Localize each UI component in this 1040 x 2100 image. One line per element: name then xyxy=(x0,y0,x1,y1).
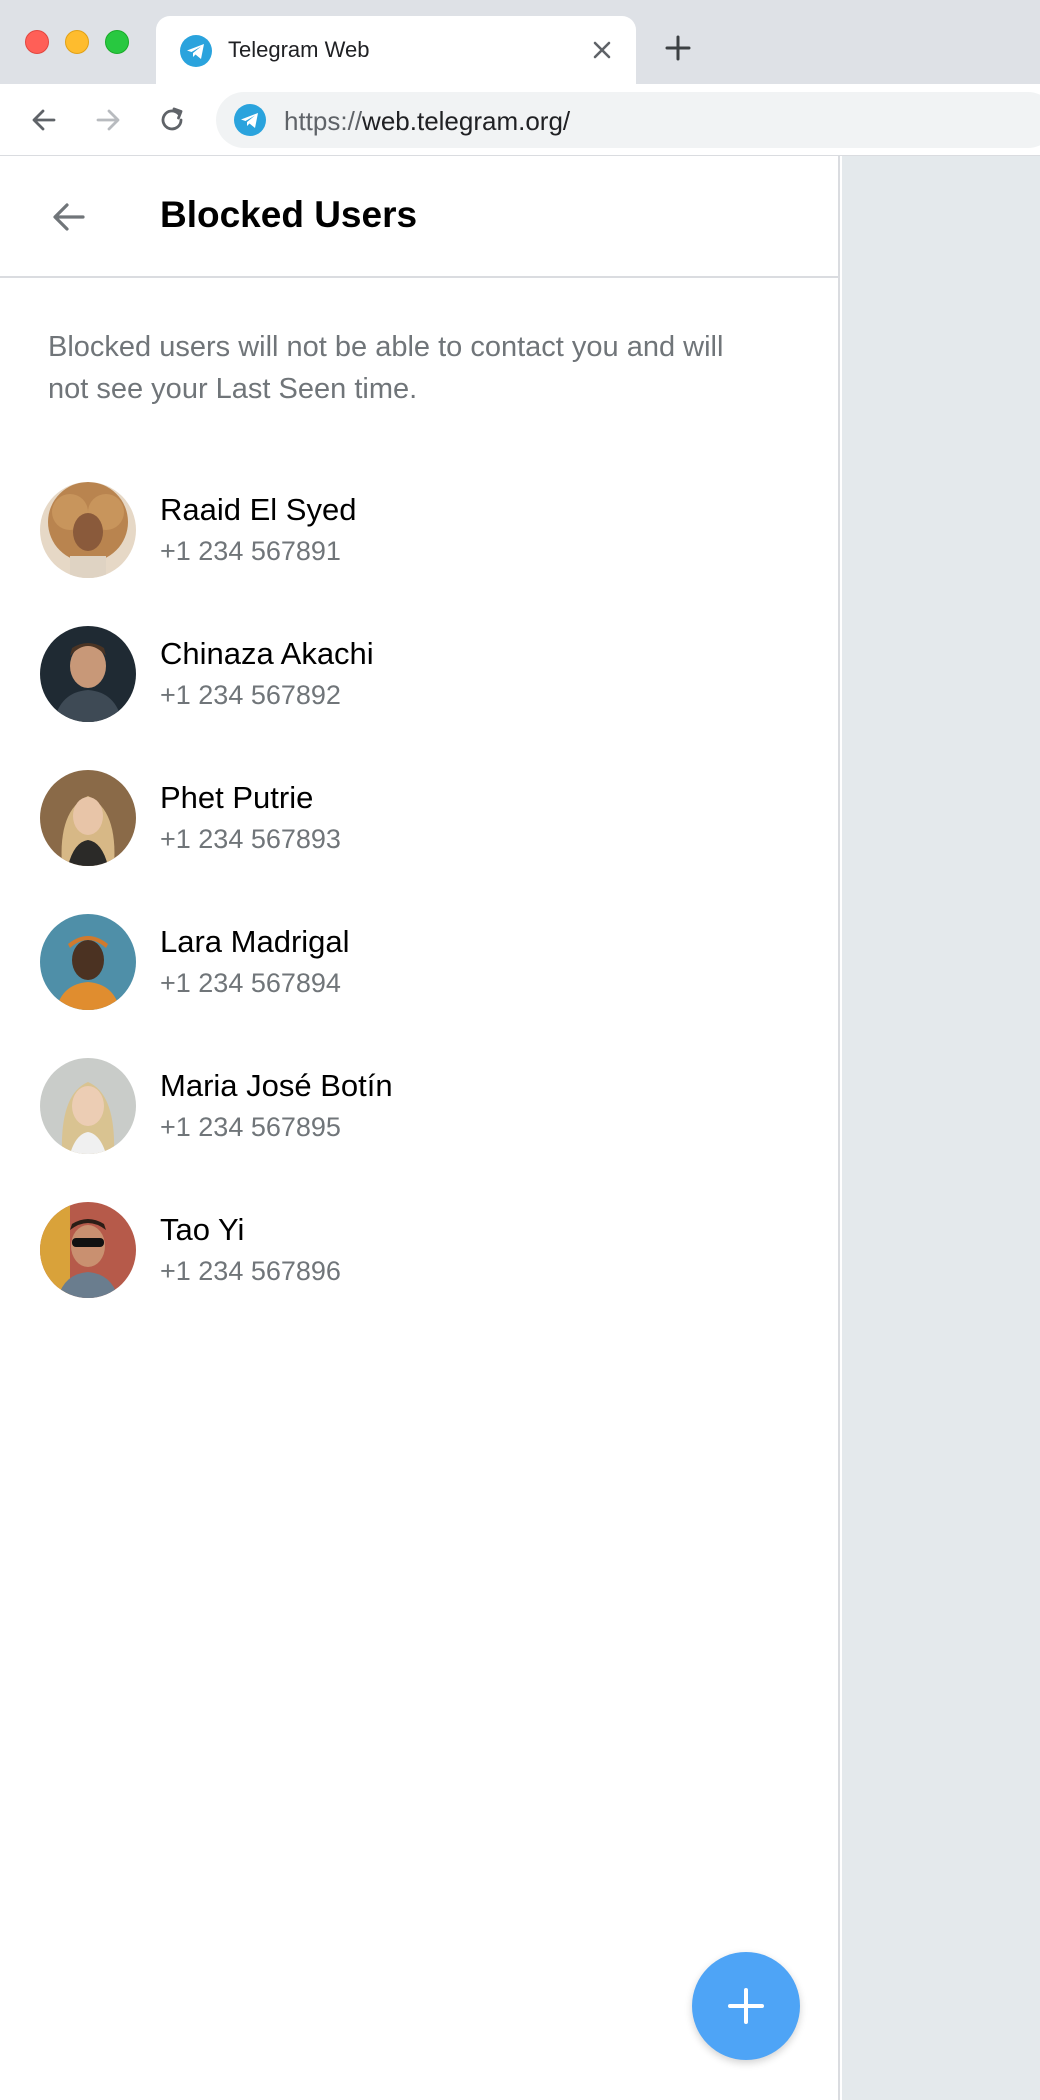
user-phone: +1 234 567895 xyxy=(160,1112,341,1142)
list-item[interactable]: Tao Yi +1 234 567896 xyxy=(0,1186,840,1330)
avatar xyxy=(40,914,136,1010)
user-name: Tao Yi xyxy=(160,1212,245,1247)
browser-tab[interactable]: Telegram Web xyxy=(156,16,636,84)
blocked-users-description: Blocked users will not be able to contac… xyxy=(48,331,724,405)
telegram-logo-icon xyxy=(180,35,212,67)
user-phone: +1 234 567896 xyxy=(160,1256,341,1286)
browser-back-icon[interactable] xyxy=(28,104,60,136)
list-item[interactable]: Lara Madrigal +1 234 567894 xyxy=(0,898,840,1042)
close-tab-icon[interactable] xyxy=(590,38,614,62)
avatar xyxy=(40,1202,136,1298)
reload-icon[interactable] xyxy=(156,104,188,136)
user-name: Phet Putrie xyxy=(160,780,314,815)
avatar xyxy=(40,770,136,866)
window-minimize-button[interactable] xyxy=(65,30,89,54)
browser-forward-icon[interactable] xyxy=(92,104,124,136)
user-phone: +1 234 567893 xyxy=(160,824,341,854)
blocked-users-panel: Blocked Users Blocked users will not be … xyxy=(0,156,840,2100)
list-item[interactable]: Chinaza Akachi +1 234 567892 xyxy=(0,610,840,754)
user-phone: +1 234 567891 xyxy=(160,536,341,566)
window-maximize-button[interactable] xyxy=(105,30,129,54)
blocked-user-list: Raaid El Syed +1 234 567891 Chinaza Akac… xyxy=(0,466,840,1330)
plus-icon xyxy=(728,1988,764,2024)
list-item[interactable]: Maria José Botín +1 234 567895 xyxy=(0,1042,840,1186)
panel-header: Blocked Users xyxy=(0,156,840,278)
browser-tab-strip: Telegram Web xyxy=(0,0,1040,84)
avatar xyxy=(40,626,136,722)
list-item[interactable]: Raaid El Syed +1 234 567891 xyxy=(0,466,840,610)
url-host: web.telegram.org/ xyxy=(362,106,571,136)
browser-toolbar: https://web.telegram.org/ xyxy=(0,84,1040,156)
url-scheme: https:// xyxy=(284,106,363,136)
user-name: Maria José Botín xyxy=(160,1068,393,1103)
user-name: Lara Madrigal xyxy=(160,924,350,959)
telegram-logo-icon xyxy=(234,104,266,136)
user-phone: +1 234 567894 xyxy=(160,968,341,998)
avatar xyxy=(40,1058,136,1154)
new-tab-icon[interactable] xyxy=(664,34,692,62)
page-title: Blocked Users xyxy=(160,194,418,235)
address-bar[interactable]: https://web.telegram.org/ xyxy=(216,92,1040,148)
user-phone: +1 234 567892 xyxy=(160,680,341,710)
window-close-button[interactable] xyxy=(25,30,49,54)
list-item[interactable]: Phet Putrie +1 234 567893 xyxy=(0,754,840,898)
user-name: Chinaza Akachi xyxy=(160,636,374,671)
url-text: https://web.telegram.org/ xyxy=(284,106,570,137)
add-blocked-user-button[interactable] xyxy=(692,1952,800,2060)
chat-background-pane xyxy=(842,156,1040,2100)
avatar xyxy=(40,482,136,578)
user-name: Raaid El Syed xyxy=(160,492,357,527)
tab-title: Telegram Web xyxy=(228,37,370,62)
back-arrow-icon[interactable] xyxy=(48,196,90,238)
